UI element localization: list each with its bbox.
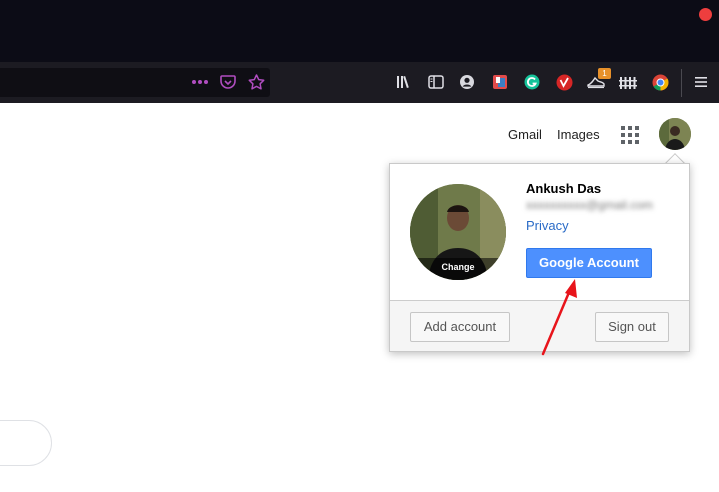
sidebar-icon[interactable]: [427, 73, 445, 91]
chrome-icon[interactable]: [651, 73, 669, 91]
account-name: Ankush Das: [526, 181, 602, 196]
page-actions-icon[interactable]: [191, 74, 209, 90]
account-email: xxxxxxxxxx@gmail.com: [526, 198, 653, 212]
menu-icon[interactable]: [692, 73, 710, 91]
library-icon[interactable]: [395, 73, 413, 91]
vivaldi-icon[interactable]: [555, 73, 573, 91]
toolbar-separator: [681, 69, 682, 97]
pocket-icon[interactable]: [219, 74, 237, 90]
sign-out-button[interactable]: Sign out: [595, 312, 669, 342]
browser-title-bar: [0, 0, 719, 62]
fence-icon[interactable]: [619, 73, 637, 91]
extension-red-icon[interactable]: [491, 73, 509, 91]
profile-photo[interactable]: Change: [410, 184, 506, 280]
account-avatar[interactable]: [659, 118, 691, 150]
change-photo-label[interactable]: Change: [410, 258, 506, 280]
account-icon[interactable]: [458, 73, 476, 91]
search-box[interactable]: [0, 420, 52, 466]
grammarly-icon[interactable]: [523, 73, 541, 91]
bookmark-star-icon[interactable]: [247, 74, 265, 90]
add-account-button[interactable]: Add account: [410, 312, 510, 342]
privacy-link[interactable]: Privacy: [526, 218, 569, 233]
annotation-arrow: [541, 279, 577, 356]
images-link[interactable]: Images: [557, 127, 600, 142]
notification-badge: 1: [598, 68, 611, 79]
window-close-button[interactable]: [699, 8, 712, 21]
gmail-link[interactable]: Gmail: [508, 127, 542, 142]
google-account-button[interactable]: Google Account: [526, 248, 652, 278]
google-apps-icon[interactable]: [621, 126, 639, 144]
